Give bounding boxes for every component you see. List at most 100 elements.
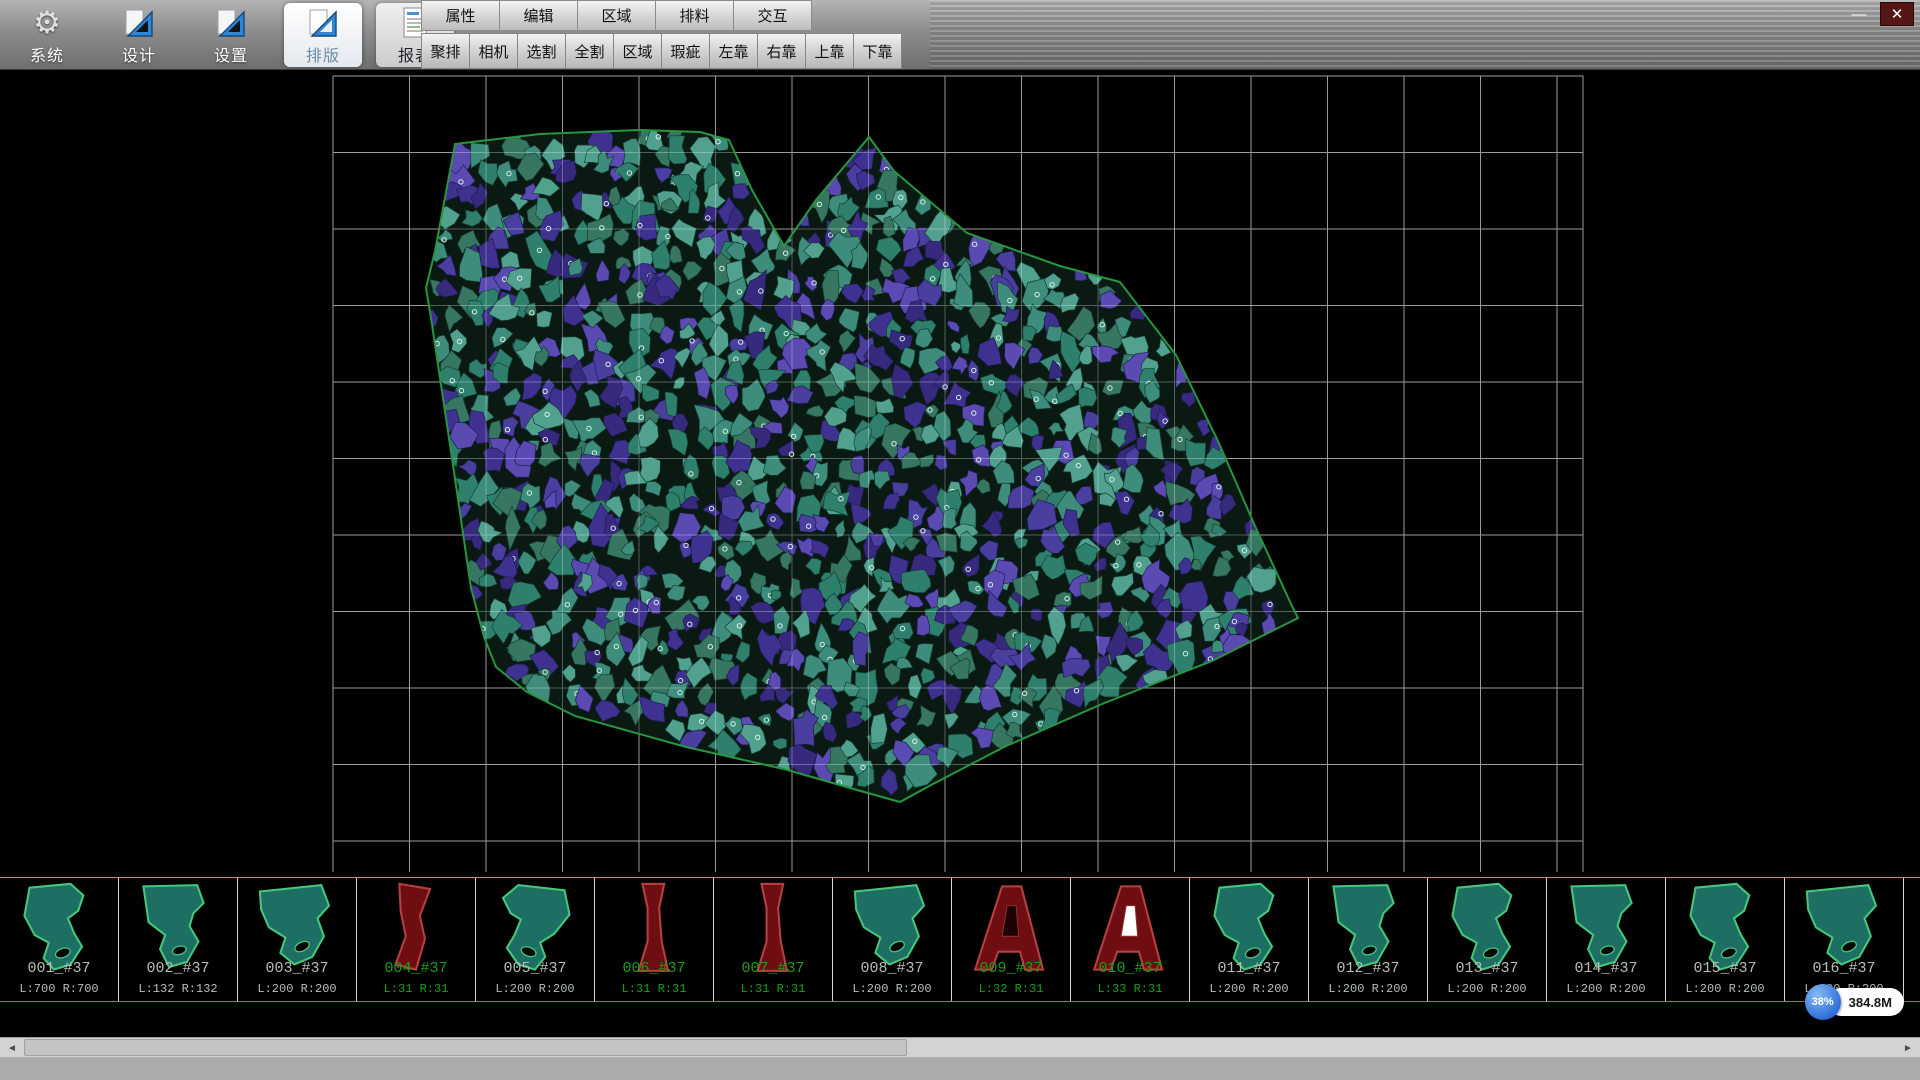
piece-lr-label: L:200 R:200 xyxy=(1428,982,1546,996)
menu-tab-4[interactable]: 交互 xyxy=(733,0,812,31)
piece-id-label: 011_#37 xyxy=(1190,960,1308,977)
nested-piece[interactable] xyxy=(917,615,930,636)
set-square-icon xyxy=(305,5,341,41)
action-button-4[interactable]: 区域 xyxy=(613,33,662,69)
nesting-canvas-svg[interactable] xyxy=(0,70,1920,877)
piece-lr-label: L:200 R:200 xyxy=(238,982,356,996)
nested-piece[interactable] xyxy=(665,392,677,417)
piece-lr-label: L:700 R:700 xyxy=(0,982,118,996)
piece-id-label: 001_#37 xyxy=(0,960,118,977)
thumbnail-cell-002_#37[interactable]: 002_#37 L:132 R:132 xyxy=(119,878,238,1001)
piece-lr-label: L:31 R:31 xyxy=(357,982,475,996)
nested-piece[interactable] xyxy=(871,713,888,743)
action-button-3[interactable]: 全割 xyxy=(565,33,614,69)
thumbnail-cell-008_#37[interactable]: 008_#37 L:200 R:200 xyxy=(833,878,952,1001)
nested-piece[interactable] xyxy=(1186,439,1206,466)
nav-button-settings[interactable]: 设置 xyxy=(192,3,270,67)
thumbnail-cell-015_#37[interactable]: 015_#37L:200 R:200 xyxy=(1666,878,1785,1001)
piece-id-label: 016_#37 xyxy=(1785,960,1903,977)
nested-piece[interactable] xyxy=(902,570,932,593)
action-button-0[interactable]: 聚排 xyxy=(421,33,470,69)
set-square-icon xyxy=(121,5,157,41)
thumbnail-cell-013_#37[interactable]: 013_#37 L:200 R:200 xyxy=(1428,878,1547,1001)
piece-id-label: 005_#37 xyxy=(476,960,594,977)
menu-tab-0[interactable]: 属性 xyxy=(421,0,500,31)
piece-id-label: 002_#37 xyxy=(119,960,237,977)
thumbnail-cell-006_#37[interactable]: 006_#37 L:31 R:31 xyxy=(595,878,714,1001)
piece-lr-label: L:31 R:31 xyxy=(595,982,713,996)
window-controls: — ✕ xyxy=(1842,2,1914,26)
piece-id-label: 006_#37 xyxy=(595,960,713,977)
main-nav: ⚙ 系统 设计 xyxy=(8,2,454,68)
scroll-left-button[interactable]: ◄ xyxy=(2,1038,22,1058)
thumbnail-cell-004_#37[interactable]: 004_#37 L:31 R:31 xyxy=(357,878,476,1001)
toolbar-texture xyxy=(930,0,1920,69)
nav-button-design[interactable]: 设计 xyxy=(100,3,178,67)
action-button-1[interactable]: 相机 xyxy=(469,33,518,69)
piece-thumbnails: 001_#37 L:700 R:700002_#37 L:132 R:132003_… xyxy=(0,877,1920,1002)
set-square-icon xyxy=(213,5,249,41)
piece-id-label: 013_#37 xyxy=(1428,960,1546,977)
piece-lr-label: L:200 R:200 xyxy=(1190,982,1308,996)
window-bottom-edge xyxy=(0,1057,1920,1080)
piece-lr-label: L:200 R:200 xyxy=(833,982,951,996)
menu-tab-2[interactable]: 区域 xyxy=(577,0,656,31)
piece-lr-label: L:31 R:31 xyxy=(714,982,832,996)
piece-id-label: 003_#37 xyxy=(238,960,356,977)
app-window: ⚙ 系统 设计 xyxy=(0,0,1920,1080)
nav-label: 设置 xyxy=(214,42,248,66)
piece-lr-label: L:33 R:31 xyxy=(1071,982,1189,996)
nav-button-layout[interactable]: 排版 xyxy=(284,3,362,67)
scroll-right-button[interactable]: ► xyxy=(1898,1038,1918,1058)
nav-label: 设计 xyxy=(122,42,156,66)
gear-icon: ⚙ xyxy=(29,5,65,41)
thumbnail-cell-003_#37[interactable]: 003_#37 L:200 R:200 xyxy=(238,878,357,1001)
horizontal-scrollbar[interactable]: ◄ ► xyxy=(0,1037,1920,1057)
nested-piece[interactable] xyxy=(942,508,957,529)
nesting-canvas[interactable] xyxy=(0,70,1920,877)
menu-tab-1[interactable]: 编辑 xyxy=(499,0,578,31)
nested-piece[interactable] xyxy=(796,206,809,226)
minimize-button[interactable]: — xyxy=(1842,2,1876,26)
menu-tab-3[interactable]: 排料 xyxy=(655,0,734,31)
nested-piece[interactable] xyxy=(1031,609,1042,621)
nested-piece[interactable] xyxy=(537,310,553,327)
piece-lr-label: L:200 R:200 xyxy=(1309,982,1427,996)
action-button-row: 聚排相机选割全割区域瑕疵左靠右靠上靠下靠 xyxy=(422,33,902,69)
piece-id-label: 007_#37 xyxy=(714,960,832,977)
action-button-6[interactable]: 左靠 xyxy=(709,33,758,69)
piece-id-label: 010_#37 xyxy=(1071,960,1189,977)
action-button-7[interactable]: 右靠 xyxy=(757,33,806,69)
piece-id-label: 009_#37 xyxy=(952,960,1070,977)
close-button[interactable]: ✕ xyxy=(1880,2,1914,26)
memory-progress: 38% 384.8M xyxy=(1805,984,1904,1020)
nav-label: 排版 xyxy=(306,42,340,66)
piece-id-label: 008_#37 xyxy=(833,960,951,977)
thumbnail-cell-010_#37[interactable]: 010_#37 L:33 R:31 xyxy=(1071,878,1190,1001)
thumbnail-cell-012_#37[interactable]: 012_#37 L:200 R:200 xyxy=(1309,878,1428,1001)
thumbnail-cell-014_#37[interactable]: 014_#37 L:200 R:200 xyxy=(1547,878,1666,1001)
piece-id-label: 014_#37 xyxy=(1547,960,1665,977)
menu-area: 属性编辑区域排料交互 聚排相机选割全割区域瑕疵左靠右靠上靠下靠 xyxy=(422,0,902,69)
piece-lr-label: L:200 R:200 xyxy=(1666,982,1784,996)
scroll-thumb[interactable] xyxy=(24,1039,907,1056)
action-button-2[interactable]: 选割 xyxy=(517,33,566,69)
action-button-8[interactable]: 上靠 xyxy=(805,33,854,69)
thumbnail-cell-005_#37[interactable]: 005_#37 L:200 R:200 xyxy=(476,878,595,1001)
thumbnail-cell-016_#37[interactable]: 016_#37L:200 R:200 xyxy=(1785,878,1904,1001)
top-toolbar: ⚙ 系统 设计 xyxy=(0,0,1920,70)
thumbnail-cell-001_#37[interactable]: 001_#37 L:700 R:700 xyxy=(0,878,119,1001)
piece-lr-label: L:200 R:200 xyxy=(1547,982,1665,996)
nav-label: 系统 xyxy=(30,42,64,66)
thumbnail-cell-007_#37[interactable]: 007_#37 L:31 R:31 xyxy=(714,878,833,1001)
piece-lr-label: L:132 R:132 xyxy=(119,982,237,996)
action-button-5[interactable]: 瑕疵 xyxy=(661,33,710,69)
piece-id-label: 004_#37 xyxy=(357,960,475,977)
piece-lr-label: L:200 R:200 xyxy=(476,982,594,996)
nav-button-system[interactable]: ⚙ 系统 xyxy=(8,3,86,67)
thumbnail-cell-011_#37[interactable]: 011_#37 L:200 R:200 xyxy=(1190,878,1309,1001)
thumbnail-cell-009_#37[interactable]: 009_#37L:32 R:31 xyxy=(952,878,1071,1001)
piece-id-label: 012_#37 xyxy=(1309,960,1427,977)
progress-circle: 38% xyxy=(1805,984,1841,1020)
action-button-9[interactable]: 下靠 xyxy=(853,33,902,69)
